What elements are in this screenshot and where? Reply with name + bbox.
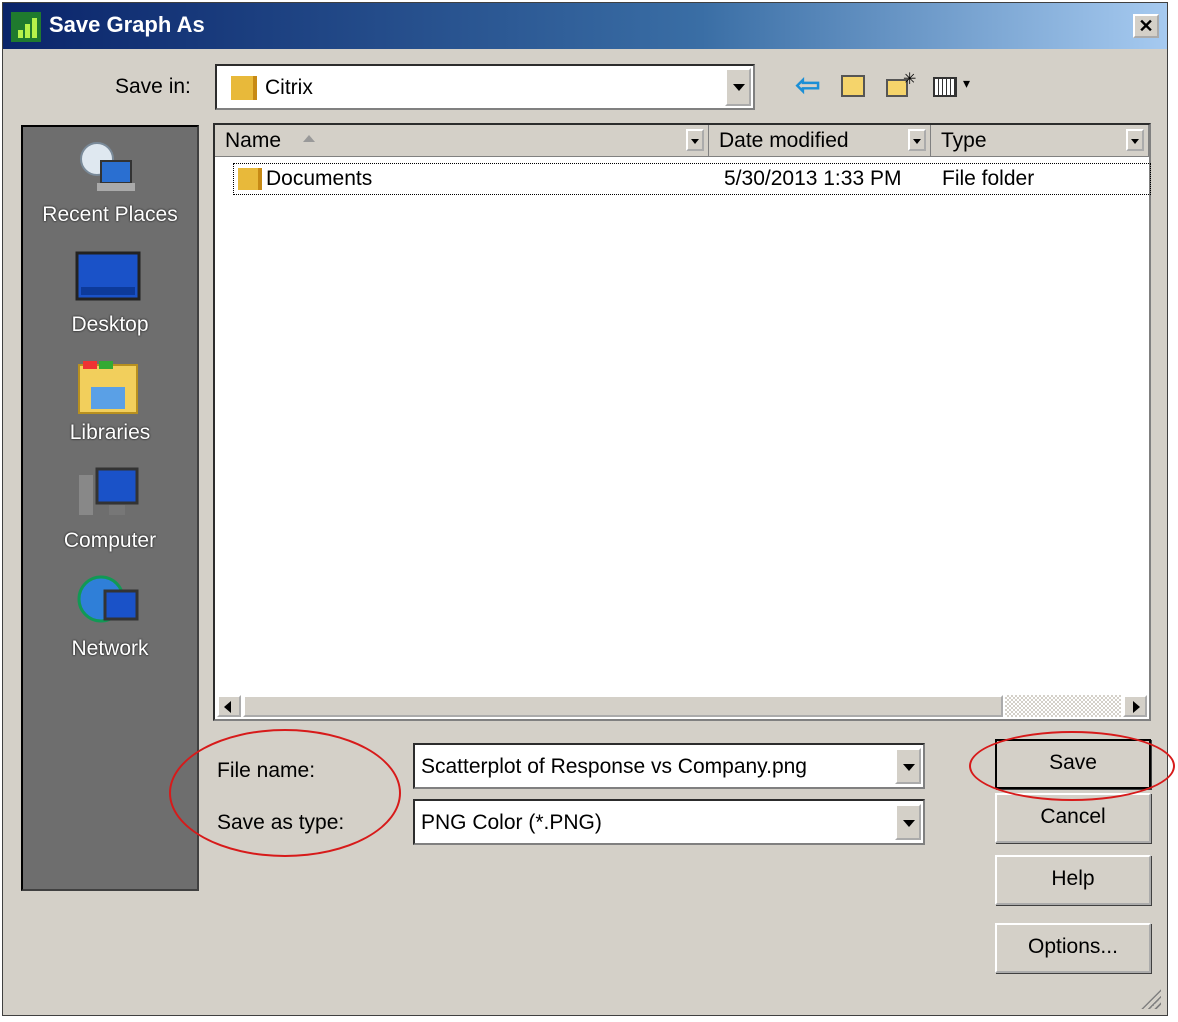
place-network[interactable]: Network	[23, 573, 197, 673]
place-label-computer: Computer	[63, 529, 157, 552]
sparkle-icon: ✳	[903, 71, 917, 88]
file-name-value: Scatterplot of Response vs Company.png	[421, 755, 807, 778]
close-button[interactable]: ✕	[1133, 14, 1159, 38]
computer-icon	[79, 467, 139, 515]
help-button[interactable]: Help	[995, 855, 1151, 905]
title-bar: Save Graph As ✕	[3, 3, 1167, 49]
file-type: File folder	[942, 167, 1035, 190]
place-label-libraries: Libraries	[69, 421, 151, 444]
place-label-recent-places: Recent Places	[42, 203, 178, 226]
column-date-dropdown[interactable]	[908, 129, 926, 151]
file-name-combobox[interactable]: Scatterplot of Response vs Company.png	[413, 743, 925, 789]
column-name-label: Name	[225, 129, 282, 152]
view-menu-icon[interactable]: ▾	[931, 69, 983, 103]
places-bar: Recent Places Desktop Libraries Computer…	[21, 125, 199, 891]
file-name-dropdown-arrow[interactable]	[895, 748, 921, 784]
scroll-thumb[interactable]	[243, 695, 1003, 717]
libraries-icon	[78, 361, 138, 414]
cancel-button[interactable]: Cancel	[995, 793, 1151, 843]
scroll-left-button[interactable]	[217, 695, 241, 717]
new-folder-icon[interactable]: ✳	[883, 69, 917, 103]
column-header-name[interactable]: Name	[215, 125, 709, 157]
save-in-value: Citrix	[265, 76, 313, 99]
file-name: Documents	[266, 167, 373, 190]
place-label-network: Network	[71, 637, 149, 660]
file-row-documents[interactable]: Documents 5/30/2013 1:33 PM File folder	[233, 163, 1151, 195]
file-name-label: File name:	[217, 759, 316, 782]
save-as-type-select[interactable]: PNG Color (*.PNG)	[413, 799, 925, 845]
save-button[interactable]: Save	[995, 739, 1151, 789]
folder-icon	[231, 76, 257, 100]
place-computer[interactable]: Computer	[23, 465, 197, 565]
place-recent-places[interactable]: Recent Places	[23, 139, 197, 239]
save-in-dropdown-arrow[interactable]	[725, 68, 751, 106]
scroll-right-button[interactable]	[1123, 695, 1147, 717]
horizontal-scrollbar[interactable]	[215, 693, 1149, 719]
folder-icon	[238, 168, 262, 190]
resize-grip-icon[interactable]	[1139, 987, 1161, 1009]
column-date-label: Date modified	[719, 129, 849, 152]
save-as-type-value: PNG Color (*.PNG)	[421, 811, 602, 834]
column-type-label: Type	[941, 129, 987, 152]
save-as-type-label: Save as type:	[217, 811, 345, 834]
save-graph-dialog: Save Graph As ✕ Save in: Citrix ⇦ ✳ ▾ Re…	[2, 2, 1175, 1016]
save-in-label: Save in:	[115, 75, 191, 98]
file-list[interactable]: Name Date modified Type Documents 5/30/2…	[213, 123, 1151, 721]
recent-places-icon	[80, 142, 135, 191]
options-button[interactable]: Options...	[995, 923, 1151, 973]
place-desktop[interactable]: Desktop	[23, 249, 197, 349]
column-header-date-modified[interactable]: Date modified	[709, 125, 931, 157]
sort-ascending-icon	[303, 135, 315, 142]
back-arrow-icon[interactable]: ⇦	[791, 69, 825, 103]
place-libraries[interactable]: Libraries	[23, 357, 197, 457]
desktop-icon	[75, 251, 141, 301]
scroll-track[interactable]	[1005, 695, 1121, 717]
save-in-combobox[interactable]: Citrix	[215, 64, 755, 110]
place-label-desktop: Desktop	[71, 313, 149, 336]
chevron-down-icon: ▾	[963, 75, 971, 91]
minitab-graph-icon	[11, 12, 41, 42]
up-folder-icon[interactable]	[837, 69, 871, 103]
column-type-dropdown[interactable]	[1126, 129, 1144, 151]
column-header-type[interactable]: Type	[931, 125, 1149, 157]
file-date-modified: 5/30/2013 1:33 PM	[724, 167, 902, 190]
column-name-dropdown[interactable]	[686, 129, 704, 151]
annotation-ellipse-form-labels	[169, 729, 401, 857]
network-icon	[77, 575, 139, 623]
save-as-type-dropdown-arrow[interactable]	[895, 804, 921, 840]
window-title: Save Graph As	[49, 12, 205, 37]
